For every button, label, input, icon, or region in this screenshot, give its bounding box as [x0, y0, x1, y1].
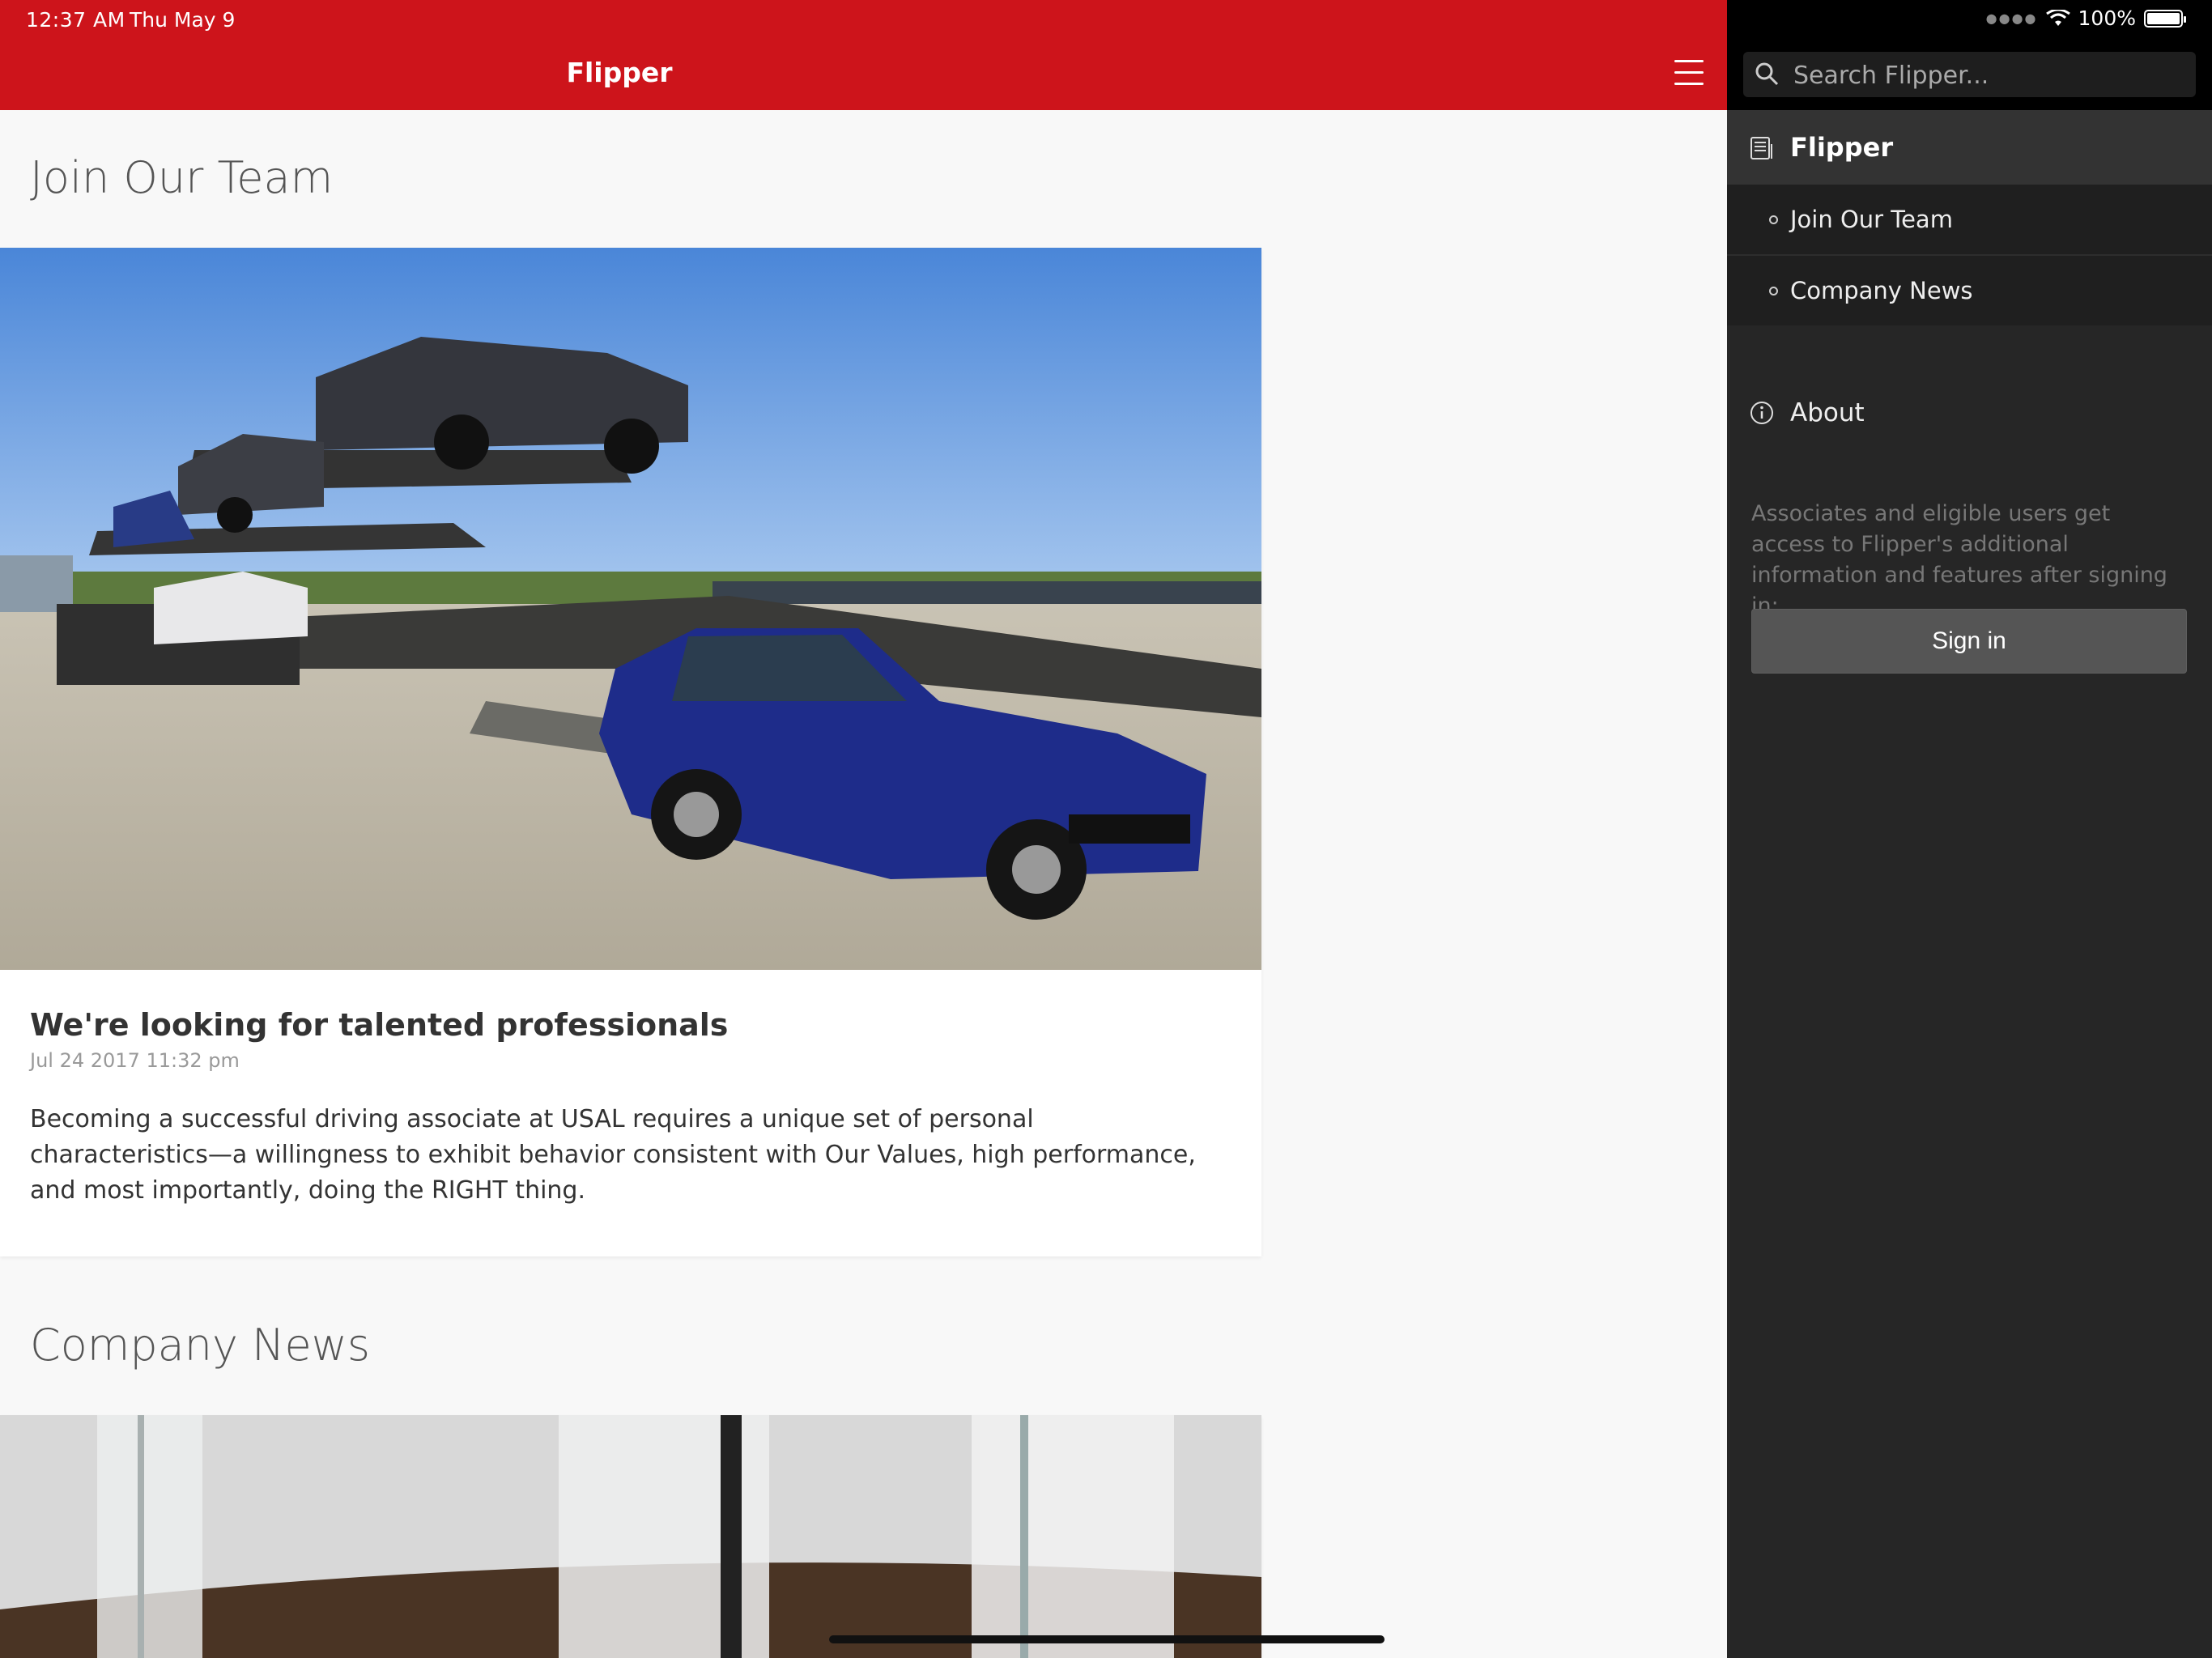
awards-photo — [0, 1415, 1261, 1658]
article-image[interactable] — [0, 248, 1261, 970]
sidebar-item-label: Company News — [1790, 277, 1973, 304]
car-carrier-photo — [0, 248, 1261, 970]
sidebar-item-company-news[interactable]: Company News — [1727, 256, 2212, 325]
wifi-icon — [2045, 9, 2070, 26]
app-title: Flipper — [566, 57, 673, 88]
newspaper-icon — [1750, 137, 1772, 159]
battery-icon — [2144, 9, 2186, 28]
status-time: 12:37 AM — [26, 8, 125, 32]
sidebar-item-about[interactable]: About — [1727, 380, 2212, 445]
section-title-join-our-team: Join Our Team — [30, 152, 334, 203]
article-card[interactable]: We're looking for talented professionals… — [0, 248, 1261, 1256]
top-bar: 12:37 AM Thu May 9 Flipper — [0, 0, 1727, 110]
main-pane: 12:37 AM Thu May 9 Flipper Join Our Team — [0, 0, 1727, 1658]
sidebar-item-label: Join Our Team — [1790, 206, 1953, 233]
article-date: Jul 24 2017 11:32 pm — [30, 1049, 240, 1072]
home-indicator[interactable] — [829, 1635, 1385, 1643]
article-title[interactable]: We're looking for talented professionals — [30, 1007, 728, 1043]
sidebar-top: ●●●● 100% — [1727, 0, 2212, 110]
signin-info-text: Associates and eligible users get access… — [1751, 501, 2167, 619]
status-right: ●●●● 100% — [1985, 6, 2186, 30]
bullet-icon — [1769, 286, 1778, 295]
search-icon — [1755, 62, 1779, 86]
sign-in-button[interactable]: Sign in — [1751, 609, 2187, 674]
battery-percent: 100% — [2078, 6, 2136, 30]
sidebar: ●●●● 100% Flipper Jo — [1727, 0, 2212, 1658]
article-card[interactable] — [0, 1415, 1261, 1658]
sidebar-item-join-our-team[interactable]: Join Our Team — [1727, 185, 2212, 254]
article-body: Becoming a successful driving associate … — [30, 1105, 1196, 1205]
sidebar-item-label: About — [1790, 398, 1865, 427]
cellular-icon: ●●●● — [1985, 11, 2038, 26]
hamburger-icon[interactable] — [1673, 60, 1705, 86]
search-input[interactable] — [1792, 52, 2184, 99]
sidebar-item-label: Flipper — [1790, 132, 1894, 163]
status-date: Thu May 9 — [130, 8, 236, 32]
info-icon — [1750, 402, 1773, 424]
bullet-icon — [1769, 215, 1778, 224]
search-box[interactable] — [1743, 52, 2196, 99]
section-title-company-news: Company News — [30, 1320, 370, 1371]
sidebar-item-flipper[interactable]: Flipper — [1727, 110, 2212, 185]
